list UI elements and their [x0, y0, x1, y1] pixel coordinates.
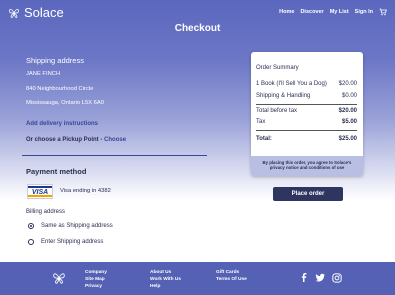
footer-link-site-map[interactable]: Site Map: [85, 276, 107, 283]
footer-link-help[interactable]: Help: [150, 283, 181, 290]
summary-item-value: $20.00: [338, 81, 357, 87]
place-order-button[interactable]: Place order: [273, 187, 343, 201]
shipping-street: 840 Neighbourhood Circle: [26, 86, 94, 92]
choose-pickup-link[interactable]: Choose: [104, 137, 126, 143]
brand-logo[interactable]: Solace: [8, 5, 64, 20]
footer-link-privacy[interactable]: Privacy: [85, 283, 107, 290]
footer-column: Company Site Map Privacy: [85, 269, 107, 290]
summary-item: 1 Book (I'll Sell You a Dog) $20.00: [256, 81, 357, 87]
before-tax-label: Total before tax: [256, 108, 298, 114]
summary-item: Shipping & Handling $0.00: [256, 93, 357, 99]
total-value: $25.00: [338, 136, 357, 142]
footer-column: About Us Work With Us Help: [150, 269, 181, 290]
social-links: [300, 272, 342, 283]
add-delivery-instructions-link[interactable]: Add delivery instructions: [26, 121, 98, 127]
summary-before-tax: Total before tax $20.00: [256, 108, 357, 114]
butterfly-icon: [9, 8, 19, 18]
pickup-text: Or choose a Pickup Point -: [26, 137, 103, 143]
brand-name: Solace: [24, 5, 64, 20]
total-label: Total:: [256, 136, 272, 142]
shipping-city: Mississauga, Ontario L5X 6A0: [26, 100, 104, 106]
radio-unchecked[interactable]: [28, 239, 34, 245]
nav-my-list[interactable]: My List: [330, 9, 349, 15]
summary-divider: [256, 104, 357, 105]
shipping-name: JANE FINCH: [26, 71, 61, 77]
facebook-icon[interactable]: [300, 272, 309, 283]
footer-link-about-us[interactable]: About Us: [150, 269, 181, 276]
shipping-title: Shipping address: [26, 56, 84, 65]
nav-home[interactable]: Home: [279, 9, 294, 15]
summary-total: Total: $25.00: [256, 136, 357, 142]
cart-icon[interactable]: [379, 8, 387, 16]
twitter-icon[interactable]: [315, 273, 326, 283]
footer-link-terms[interactable]: Terms Of Use: [216, 276, 247, 283]
footer-link-company[interactable]: Company: [85, 269, 107, 276]
nav-discover[interactable]: Discover: [300, 9, 323, 15]
butterfly-icon[interactable]: [52, 271, 66, 285]
card-ending-text: Visa ending in 4382: [60, 188, 111, 194]
summary-item-label: Shipping & Handling: [256, 93, 311, 99]
nav-sign-in[interactable]: Sign In: [355, 9, 373, 15]
footer: Company Site Map Privacy About Us Work W…: [0, 262, 395, 295]
footer-link-work-with-us[interactable]: Work With Us: [150, 276, 181, 283]
top-nav: Home Discover My List Sign In: [279, 8, 387, 16]
order-summary-title: Order Summary: [256, 65, 299, 71]
summary-item-value: $0.00: [341, 93, 357, 99]
summary-tax: Tax $5.00: [256, 119, 357, 125]
visa-card-icon: VISA: [27, 184, 53, 199]
radio-checked[interactable]: [28, 223, 34, 229]
billing-title: Billing address: [26, 209, 66, 215]
billing-option-enter[interactable]: Enter Shipping address: [28, 239, 103, 245]
section-divider: [22, 155, 207, 156]
pickup-point-row: Or choose a Pickup Point - Choose: [26, 137, 126, 143]
billing-option-label: Same as Shipping address: [41, 223, 113, 229]
before-tax-value: $20.00: [338, 108, 357, 114]
page-title: Checkout: [174, 23, 221, 34]
order-summary-card: Order Summary 1 Book (I'll Sell You a Do…: [251, 52, 363, 176]
footer-link-gift-cards[interactable]: Gift Cards: [216, 269, 247, 276]
payment-title: Payment method: [26, 167, 87, 176]
privacy-notice: By placing this order, you agree to Sola…: [251, 156, 363, 176]
footer-column: Gift Cards Terms Of Use: [216, 269, 247, 283]
instagram-icon[interactable]: [332, 272, 342, 283]
billing-option-label: Enter Shipping address: [41, 239, 104, 245]
tax-value: $5.00: [341, 119, 357, 125]
tax-label: Tax: [256, 119, 266, 125]
summary-item-label: 1 Book (I'll Sell You a Dog): [256, 81, 327, 87]
billing-option-same[interactable]: Same as Shipping address: [28, 223, 113, 229]
summary-divider: [256, 130, 357, 131]
